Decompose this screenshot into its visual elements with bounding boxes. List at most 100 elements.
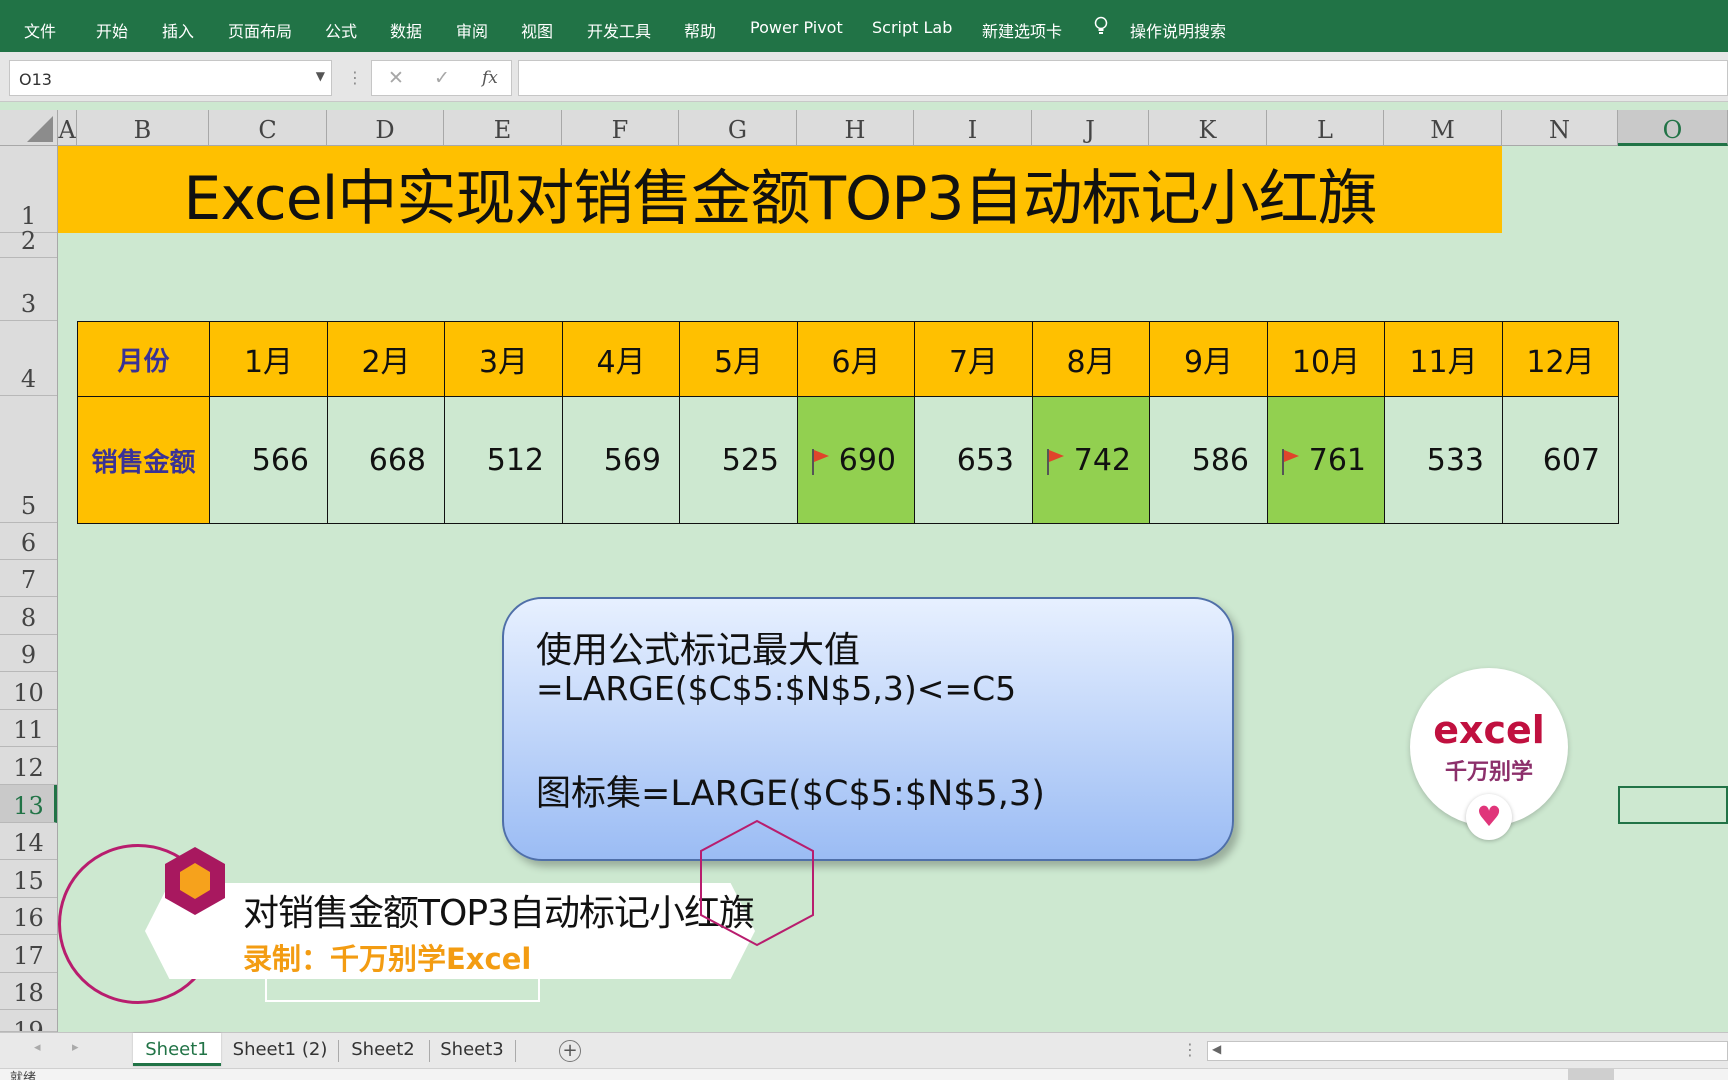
- row-header-12[interactable]: 12: [0, 747, 57, 785]
- row-header-5[interactable]: 5: [0, 396, 57, 523]
- tab-developer[interactable]: 开发工具: [587, 18, 651, 42]
- column-header-k[interactable]: K: [1149, 110, 1267, 146]
- row-header-3[interactable]: 3: [0, 258, 57, 321]
- sales-cell[interactable]: 525: [679, 396, 798, 524]
- column-header-n[interactable]: N: [1502, 110, 1618, 146]
- sales-amount-label[interactable]: 销售金额: [77, 396, 210, 524]
- sheet-tab-sheet3[interactable]: Sheet3: [436, 1033, 508, 1066]
- row-header-13[interactable]: 13: [0, 785, 57, 823]
- row-header-17[interactable]: 17: [0, 935, 57, 973]
- month-cell[interactable]: 4月: [562, 321, 680, 397]
- sheet-tab-sheet1[interactable]: Sheet1: [133, 1033, 221, 1066]
- month-cell[interactable]: 7月: [914, 321, 1033, 397]
- tab-page-layout[interactable]: 页面布局: [228, 18, 292, 42]
- row-header-2[interactable]: 2: [0, 227, 57, 258]
- sales-cell[interactable]: 569: [562, 396, 680, 524]
- month-cell[interactable]: 3月: [444, 321, 563, 397]
- column-header-f[interactable]: F: [562, 110, 679, 146]
- column-header-i[interactable]: I: [914, 110, 1032, 146]
- column-header-o[interactable]: O: [1618, 110, 1728, 146]
- sales-cell[interactable]: 586: [1149, 396, 1268, 524]
- row-header-14[interactable]: 14: [0, 823, 57, 860]
- scroll-left-icon[interactable]: ◀: [1212, 1042, 1221, 1056]
- column-header-g[interactable]: G: [679, 110, 797, 146]
- row-header-10[interactable]: 10: [0, 672, 57, 710]
- month-cell[interactable]: 11月: [1384, 321, 1503, 397]
- sales-cell[interactable]: 653: [914, 396, 1033, 524]
- month-cell[interactable]: 9月: [1149, 321, 1268, 397]
- formula-callout[interactable]: 使用公式标记最大值 =LARGE($C$5:$N$5,3)<=C5 图标集=LA…: [502, 597, 1234, 861]
- column-header-e[interactable]: E: [444, 110, 562, 146]
- month-cell[interactable]: 8月: [1032, 321, 1150, 397]
- tab-review[interactable]: 审阅: [456, 18, 488, 42]
- tab-home[interactable]: 开始: [96, 18, 128, 42]
- row-header-19[interactable]: 19: [0, 1010, 57, 1032]
- drag-handle-icon[interactable]: ⋮: [1182, 1040, 1198, 1059]
- active-cell-o13[interactable]: [1618, 786, 1728, 824]
- sales-cell[interactable]: 607: [1502, 396, 1619, 524]
- drag-handle-icon[interactable]: ⋮: [347, 68, 363, 87]
- tell-me-search[interactable]: 操作说明搜索: [1130, 18, 1226, 42]
- row-header-16[interactable]: 16: [0, 898, 57, 935]
- sales-cell[interactable]: 742: [1032, 396, 1150, 524]
- sales-cell[interactable]: 533: [1384, 396, 1503, 524]
- sheet-tab-sheet2[interactable]: Sheet2: [345, 1033, 421, 1066]
- normal-view-icon[interactable]: [1568, 1069, 1614, 1080]
- row-header-18[interactable]: 18: [0, 973, 57, 1010]
- column-header-j[interactable]: J: [1032, 110, 1149, 146]
- sheet-tab-sheet1-2[interactable]: Sheet1 (2): [230, 1033, 330, 1066]
- sales-cell[interactable]: 761: [1267, 396, 1385, 524]
- tab-data[interactable]: 数据: [390, 18, 422, 42]
- cancel-icon[interactable]: ✕: [388, 67, 404, 89]
- add-sheet-icon[interactable]: +: [559, 1040, 581, 1062]
- month-cell[interactable]: 10月: [1267, 321, 1385, 397]
- horizontal-scrollbar[interactable]: ◀: [1207, 1041, 1728, 1061]
- month-cell[interactable]: 5月: [679, 321, 798, 397]
- row-header-15[interactable]: 15: [0, 860, 57, 898]
- column-header-a[interactable]: A: [58, 110, 77, 146]
- row-header-9[interactable]: 9: [0, 635, 57, 672]
- tab-new-tab[interactable]: 新建选项卡: [982, 18, 1062, 42]
- month-header-label[interactable]: 月份: [77, 321, 210, 397]
- month-cell[interactable]: 12月: [1502, 321, 1619, 397]
- month-cell[interactable]: 2月: [327, 321, 445, 397]
- sales-cell[interactable]: 566: [209, 396, 328, 524]
- column-header-m[interactable]: M: [1384, 110, 1502, 146]
- tab-view[interactable]: 视图: [521, 18, 553, 42]
- enter-icon[interactable]: ✓: [434, 67, 450, 89]
- sales-cell[interactable]: 690: [797, 396, 915, 524]
- sales-cell[interactable]: 668: [327, 396, 445, 524]
- tab-file[interactable]: 文件: [24, 18, 56, 42]
- title-banner[interactable]: Excel中实现对销售金额TOP3自动标记小红旗: [58, 146, 1502, 234]
- row-header-4[interactable]: 4: [0, 321, 57, 396]
- tab-separator: [429, 1040, 430, 1062]
- row-header-7[interactable]: 7: [0, 560, 57, 597]
- name-box[interactable]: O13 ▼: [9, 60, 332, 96]
- column-header-c[interactable]: C: [209, 110, 327, 146]
- scroll-tabs-left-icon[interactable]: ◂: [34, 1040, 41, 1055]
- month-cell[interactable]: 1月: [209, 321, 328, 397]
- scroll-tabs-right-icon[interactable]: ▸: [72, 1040, 79, 1055]
- row-header-1[interactable]: 1: [0, 146, 57, 233]
- formula-input[interactable]: [518, 60, 1728, 96]
- row-header-6[interactable]: 6: [0, 523, 57, 560]
- row-number: 16: [13, 904, 44, 932]
- column-header-b[interactable]: B: [77, 110, 209, 146]
- row-header-8[interactable]: 8: [0, 597, 57, 635]
- chevron-down-icon[interactable]: ▼: [316, 69, 325, 83]
- tab-script-lab[interactable]: Script Lab: [872, 18, 952, 37]
- month-cell[interactable]: 6月: [797, 321, 915, 397]
- tab-insert[interactable]: 插入: [162, 18, 194, 42]
- select-all-button[interactable]: [0, 110, 58, 146]
- row-header-11[interactable]: 11: [0, 710, 57, 747]
- tab-formulas[interactable]: 公式: [325, 18, 357, 42]
- tab-separator: [515, 1040, 516, 1062]
- callout-icon-set-formula: 图标集=LARGE($C$5:$N$5,3): [536, 774, 1045, 814]
- insert-function-icon[interactable]: fx: [482, 68, 498, 88]
- column-header-h[interactable]: H: [797, 110, 914, 146]
- tab-help[interactable]: 帮助: [684, 18, 716, 42]
- tab-power-pivot[interactable]: Power Pivot: [750, 18, 843, 37]
- column-header-d[interactable]: D: [327, 110, 444, 146]
- column-header-l[interactable]: L: [1267, 110, 1384, 146]
- sales-cell[interactable]: 512: [444, 396, 563, 524]
